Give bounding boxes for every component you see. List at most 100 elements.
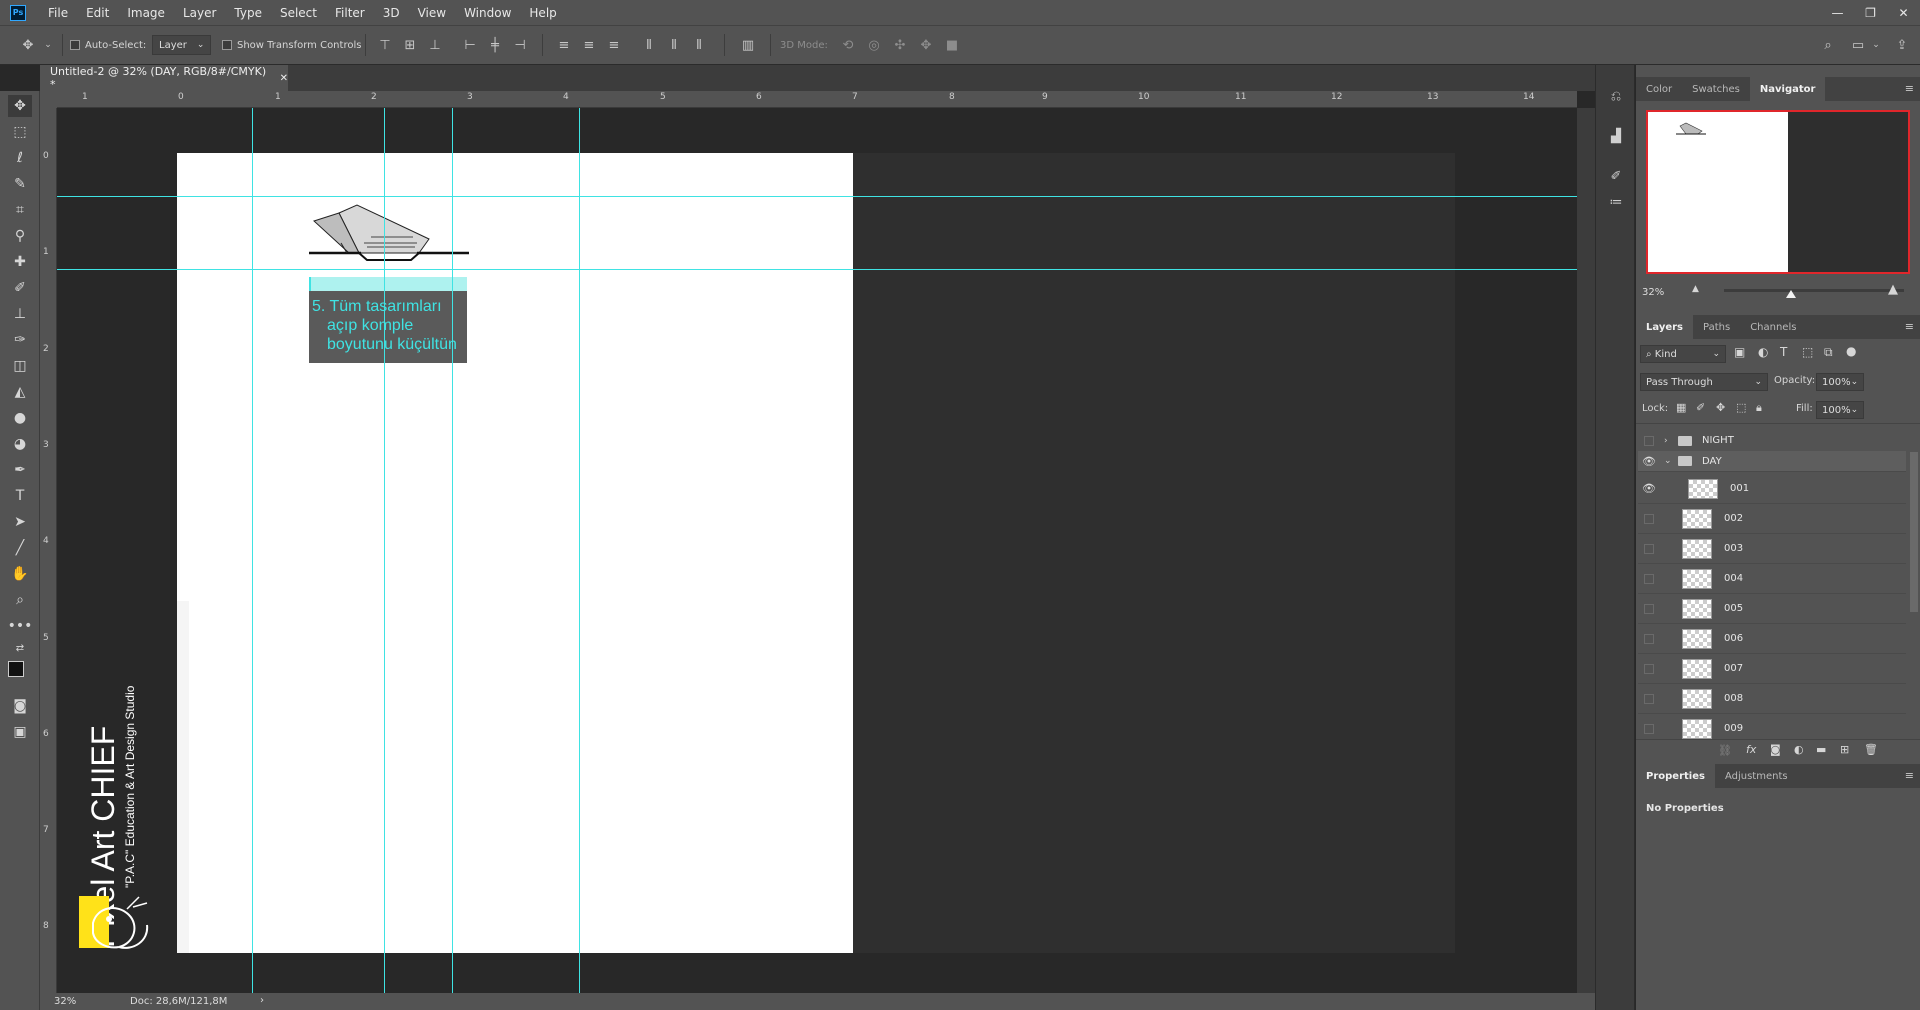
history-brush-tool-icon[interactable]: ✑ <box>8 329 32 351</box>
align-right-icon[interactable]: ⊣ <box>512 37 528 53</box>
filter-adjustment-icon[interactable]: ◐ <box>1758 345 1768 359</box>
3d-pan-icon[interactable]: ✣ <box>892 37 908 53</box>
horizontal-guide[interactable] <box>57 269 1577 270</box>
tab-layers[interactable]: Layers <box>1636 315 1693 339</box>
align-horizontal-center-icon[interactable]: ╪ <box>487 37 503 53</box>
fill-input[interactable]: 100% ⌄ <box>1816 401 1864 419</box>
layers-scrollbar[interactable] <box>1910 452 1918 612</box>
tab-color[interactable]: Color <box>1636 77 1682 101</box>
foreground-color-swatch[interactable] <box>8 661 24 677</box>
menu-file[interactable]: File <box>48 6 68 20</box>
type-tool-icon[interactable]: T <box>8 485 32 507</box>
move-tool-preset-icon[interactable]: ✥ <box>20 37 36 53</box>
filter-toggle-icon[interactable]: ● <box>1846 344 1856 358</box>
add-mask-icon[interactable]: ◙ <box>1770 743 1781 756</box>
marquee-tool-icon[interactable]: ⬚ <box>8 121 32 143</box>
lock-position-icon[interactable]: ✥ <box>1716 401 1725 414</box>
healing-brush-tool-icon[interactable]: ✚ <box>8 251 32 273</box>
link-layers-icon[interactable]: ⛓ <box>1718 744 1732 757</box>
distribute-bottom-icon[interactable]: ≡ <box>606 37 622 53</box>
menu-type[interactable]: Type <box>234 6 262 20</box>
horizontal-guide[interactable] <box>57 196 1577 197</box>
workspace-icon[interactable]: ▭ <box>1850 37 1866 53</box>
distribute-right-icon[interactable]: ⫴ <box>691 37 707 53</box>
distribute-left-icon[interactable]: ⫴ <box>641 37 657 53</box>
show-transform-box[interactable] <box>222 40 232 50</box>
layer-row-009[interactable]: 009 <box>1638 714 1906 741</box>
blend-mode-dropdown[interactable]: Pass Through ⌄ <box>1640 373 1768 391</box>
layer-row-004[interactable]: 004 <box>1638 564 1906 594</box>
minimize-button[interactable]: — <box>1821 0 1854 25</box>
tab-adjustments[interactable]: Adjustments <box>1715 764 1798 788</box>
share-icon[interactable]: ⇪ <box>1894 37 1910 53</box>
vertical-guide[interactable] <box>579 108 580 993</box>
tab-paths[interactable]: Paths <box>1693 315 1740 339</box>
zoom-slider-knob[interactable] <box>1786 290 1796 298</box>
layer-filter-dropdown[interactable]: ⌕ Kind ⌄ <box>1640 345 1726 363</box>
restore-button[interactable]: ❐ <box>1854 0 1887 25</box>
menu-filter[interactable]: Filter <box>335 6 365 20</box>
lock-pixels-icon[interactable]: ✐ <box>1696 401 1705 414</box>
zoom-in-icon[interactable]: ▲ <box>1888 282 1898 297</box>
filter-smart-object-icon[interactable]: ⧉ <box>1824 345 1833 360</box>
zoom-out-icon[interactable]: ▲ <box>1692 284 1699 294</box>
path-selection-tool-icon[interactable]: ➤ <box>8 511 32 533</box>
visibility-toggle[interactable] <box>1638 504 1660 534</box>
screen-mode-icon[interactable]: ▣ <box>8 721 32 743</box>
auto-select-dropdown[interactable]: Layer ⌄ <box>152 35 212 55</box>
align-top-icon[interactable]: ⊤ <box>377 37 393 53</box>
move-tool-icon[interactable]: ✥ <box>8 95 32 117</box>
auto-select-checkbox[interactable]: Auto-Select: <box>70 26 146 64</box>
trash-icon[interactable]: 🗑︎ <box>1864 743 1878 756</box>
visibility-toggle[interactable] <box>1638 594 1660 624</box>
building-sketch-image[interactable] <box>309 203 469 263</box>
dodge-tool-icon[interactable]: ◕ <box>8 433 32 455</box>
new-layer-icon[interactable]: ⊞ <box>1840 743 1849 756</box>
eye-icon[interactable]: 👁︎ <box>1638 474 1660 504</box>
layer-row-007[interactable]: 007 <box>1638 654 1906 684</box>
layer-row-day[interactable]: 👁︎ ⌄ DAY <box>1638 451 1906 472</box>
history-panel-icon[interactable]: ⎌ <box>1604 85 1628 107</box>
align-bottom-icon[interactable]: ⊥ <box>427 37 443 53</box>
visibility-toggle[interactable] <box>1638 714 1660 742</box>
eraser-tool-icon[interactable]: ◫ <box>8 355 32 377</box>
zoom-level[interactable]: 32% <box>54 996 76 1007</box>
close-button[interactable]: ✕ <box>1887 0 1920 25</box>
vertical-guide[interactable] <box>252 108 253 993</box>
navigator-preview[interactable] <box>1646 110 1910 274</box>
layer-row-008[interactable]: 008 <box>1638 684 1906 714</box>
zoom-tool-icon[interactable]: ⌕ <box>8 589 32 611</box>
menu-select[interactable]: Select <box>280 6 317 20</box>
layer-row-003[interactable]: 003 <box>1638 534 1906 564</box>
layer-row-006[interactable]: 006 <box>1638 624 1906 654</box>
opacity-input[interactable]: 100% ⌄ <box>1816 373 1864 391</box>
distribute-top-icon[interactable]: ≡ <box>556 37 572 53</box>
brush-tool-icon[interactable]: ✐ <box>8 277 32 299</box>
eyedropper-tool-icon[interactable]: ⚲ <box>8 225 32 247</box>
eye-icon[interactable]: 👁︎ <box>1638 446 1660 476</box>
more-tools-icon[interactable]: ••• <box>8 615 33 637</box>
3d-scale-icon[interactable]: ■ <box>944 37 960 53</box>
visibility-toggle[interactable] <box>1638 564 1660 594</box>
layer-row-002[interactable]: 002 <box>1638 504 1906 534</box>
3d-roll-icon[interactable]: ◎ <box>866 37 882 53</box>
blur-tool-icon[interactable]: ● <box>8 407 32 429</box>
chevron-down-icon[interactable]: ⌄ <box>1664 456 1674 466</box>
panel-menu-icon[interactable]: ≡ <box>1905 320 1914 333</box>
vertical-guide[interactable] <box>452 108 453 993</box>
lasso-tool-icon[interactable]: ℓ <box>8 147 32 169</box>
layers-list[interactable]: › NIGHT 👁︎ ⌄ DAY 👁︎ 001 002 003 004 005 … <box>1636 423 1920 741</box>
workspace-dropdown-icon[interactable]: ⌄ <box>1868 37 1884 53</box>
new-adjustment-icon[interactable]: ◐ <box>1794 743 1804 756</box>
navigator-zoom-value[interactable]: 32% <box>1642 287 1664 298</box>
canvas-workspace[interactable]: 5. Tüm tasarımları açıp komple boyutunu … <box>57 108 1577 993</box>
lock-artboard-icon[interactable]: ⬚ <box>1736 401 1746 414</box>
tab-swatches[interactable]: Swatches <box>1682 77 1750 101</box>
menu-help[interactable]: Help <box>529 6 556 20</box>
document-canvas[interactable] <box>177 153 853 953</box>
filter-shape-icon[interactable]: ⬚ <box>1802 345 1813 359</box>
pen-tool-icon[interactable]: ✒ <box>8 459 32 481</box>
align-left-icon[interactable]: ⊢ <box>462 37 478 53</box>
chevron-right-icon[interactable]: › <box>1664 436 1674 446</box>
line-tool-icon[interactable]: ╱ <box>8 537 32 559</box>
